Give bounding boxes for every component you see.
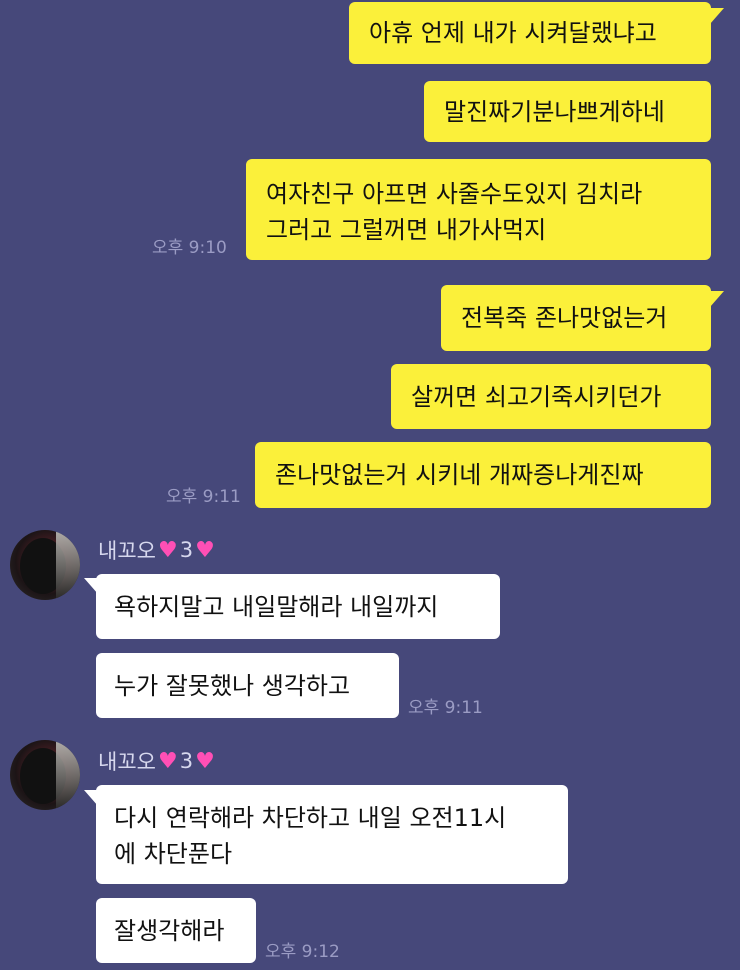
message-timestamp: 오후 9:10 (152, 238, 227, 258)
sender-name-row: 내꼬오 ♥ 3 ♥ (98, 535, 215, 565)
my-message-bubble[interactable]: 아휴 언제 내가 시켜달랬냐고 (349, 2, 711, 64)
my-message-bubble[interactable]: 존나맛없는거 시키네 개짜증나게진짜 (255, 442, 711, 508)
sender-name: 내꼬오 (98, 750, 156, 774)
sender-count: 3 (179, 749, 194, 773)
my-message-bubble[interactable]: 말진짜기분나쁘게하네 (424, 81, 711, 142)
bubble-tail (710, 291, 724, 307)
avatar-background (56, 740, 80, 810)
my-message-bubble[interactable]: 살꺼면 쇠고기죽시키던가 (391, 364, 711, 429)
heart-icon: ♥ (157, 537, 178, 563)
my-message-bubble[interactable]: 전복죽 존나맛없는거 (441, 285, 711, 351)
message-timestamp: 오후 9:12 (265, 942, 340, 962)
heart-icon: ♥ (157, 748, 178, 774)
bubble-tail (710, 8, 724, 24)
message-timestamp: 오후 9:11 (166, 487, 241, 507)
heart-icon: ♥ (195, 537, 215, 563)
avatar-background (56, 530, 80, 600)
contact-avatar[interactable] (10, 740, 80, 810)
sender-name-row: 내꼬오 ♥ 3 ♥ (98, 746, 215, 776)
contact-avatar[interactable] (10, 530, 80, 600)
their-message-bubble[interactable]: 잘생각해라 (96, 898, 256, 963)
my-message-bubble[interactable]: 여자친구 아프면 사줄수도있지 김치라 그러고 그럴꺼면 내가사먹지 (246, 159, 711, 260)
sender-count: 3 (179, 538, 194, 562)
sender-name: 내꼬오 (98, 539, 156, 563)
their-message-bubble[interactable]: 욕하지말고 내일말해라 내일까지 (96, 574, 500, 639)
heart-icon: ♥ (195, 748, 215, 774)
their-message-bubble[interactable]: 다시 연락해라 차단하고 내일 오전11시 에 차단푼다 (96, 785, 568, 884)
their-message-bubble[interactable]: 누가 잘못했나 생각하고 (96, 653, 399, 718)
message-timestamp: 오후 9:11 (408, 698, 483, 718)
